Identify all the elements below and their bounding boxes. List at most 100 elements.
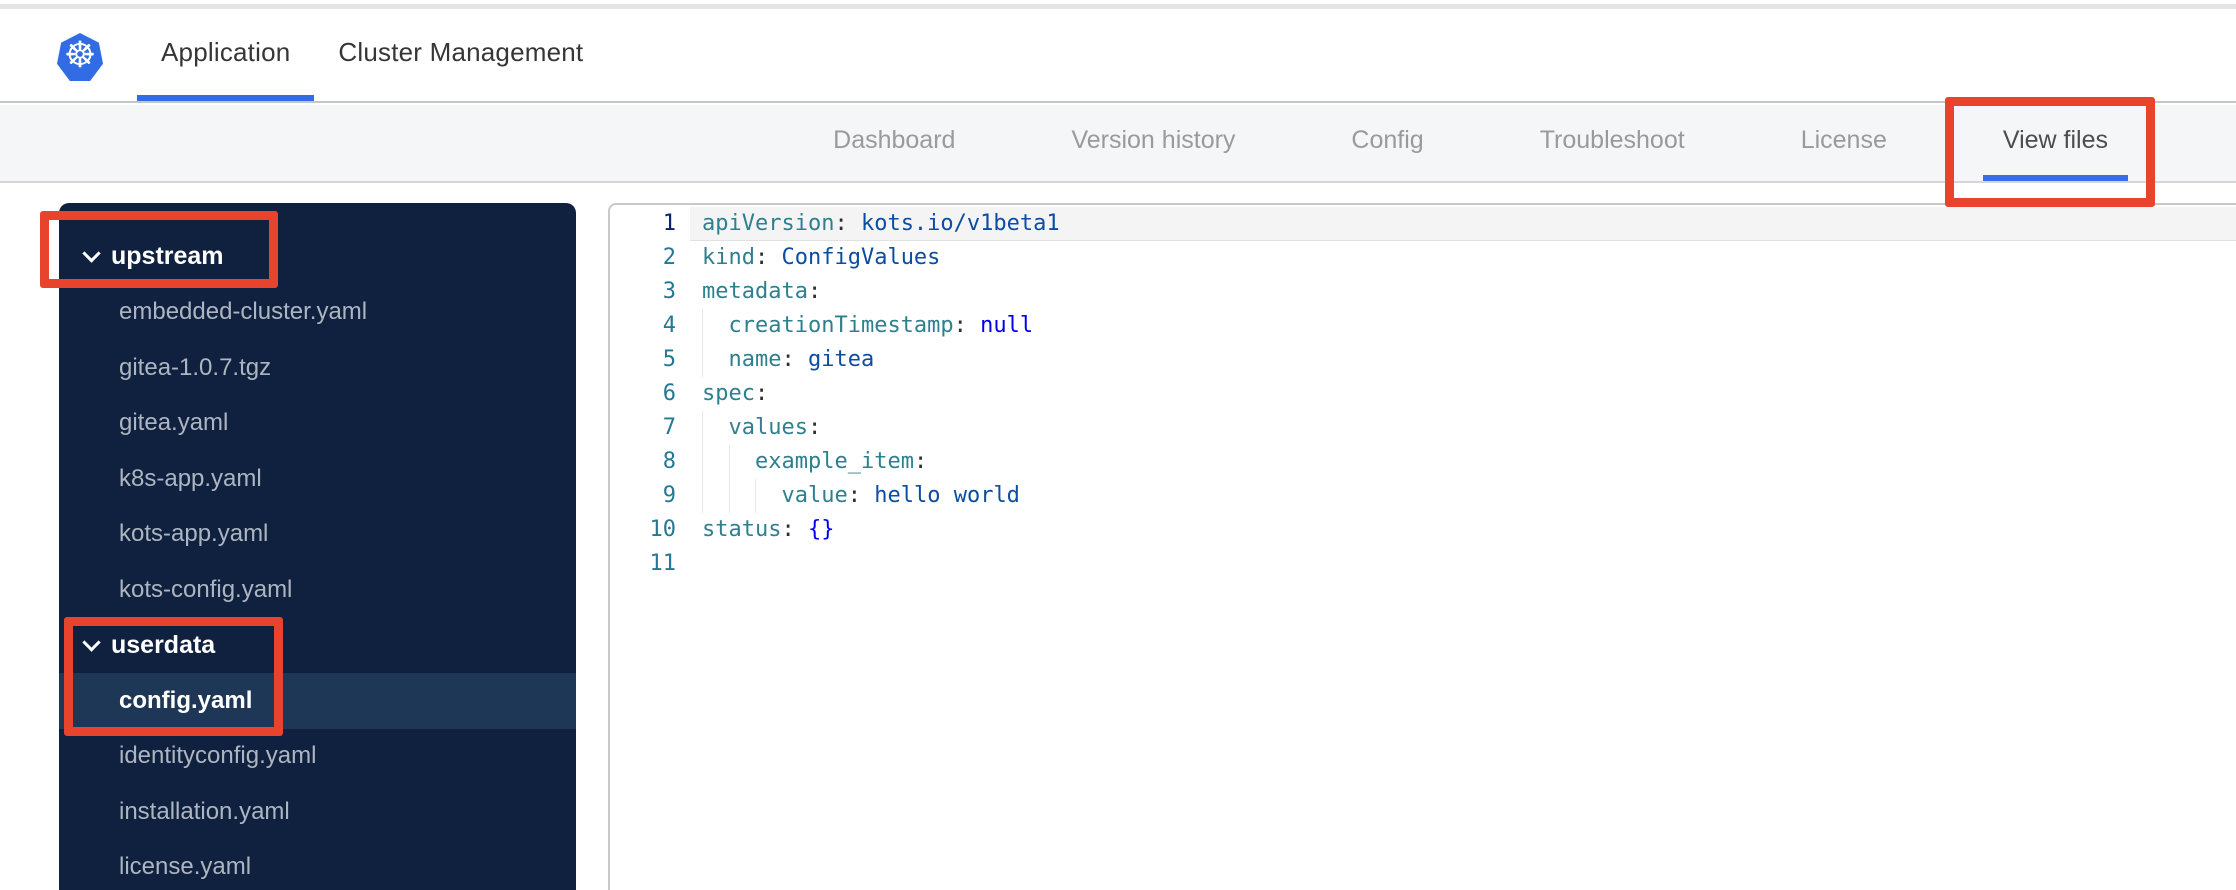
line-content [690,547,2236,581]
code-token: spec [702,381,755,406]
code-token: {} [807,517,835,542]
line-number: 4 [662,313,676,338]
line-number: 8 [662,449,676,474]
code-line-7[interactable]: 7 values: [610,411,2236,445]
line-content: name: gitea [690,343,2236,377]
line-number: 11 [649,551,677,576]
line-content: creationTimestamp: null [690,309,2236,343]
tree-item-label: license.yaml [119,853,252,881]
code-token: : [807,415,822,440]
tree-file-gitea-1.0.7.tgz[interactable]: gitea-1.0.7.tgz [59,340,576,396]
helm-wheel-icon: ☸ [63,35,97,76]
tree-file-installation.yaml[interactable]: installation.yaml [59,784,576,840]
tab-dashboard[interactable]: Dashboard [813,105,975,181]
code-token: example_item [755,449,914,474]
code-token: null [980,313,1034,338]
tree-item-label: embedded-cluster.yaml [119,298,368,326]
tree-item-label: installation.yaml [119,797,290,825]
line-number: 1 [662,211,676,236]
tree-item-label: gitea.yaml [119,409,229,437]
code-token: : [807,279,822,304]
tree-file-embedded-cluster.yaml[interactable]: embedded-cluster.yaml [59,285,576,341]
kots-admin-console: ☸ Application Cluster Management Dashboar… [0,0,2236,890]
line-content: status: {} [690,513,2236,547]
line-content: kind: ConfigValues [690,241,2236,275]
indent-guide [755,479,782,513]
code-token: : [781,347,808,372]
code-token: metadata [702,279,808,304]
line-number: 6 [662,381,676,406]
tab-troubleshoot[interactable]: Troubleshoot [1520,105,1705,181]
tree-item-label: k8s-app.yaml [119,464,262,492]
app-header: ☸ Application Cluster Management [0,9,2236,103]
code-token: kots.io/v1beta1 [860,211,1060,236]
tree-file-config.yaml[interactable]: config.yaml [59,673,576,729]
tree-file-gitea.yaml[interactable]: gitea.yaml [59,396,576,452]
code-token: : [953,313,981,338]
code-line-9[interactable]: 9 value: hello world [610,479,2236,513]
tree-item-label: identityconfig.yaml [119,742,317,770]
tree-item-label: config.yaml [119,686,253,714]
code-token: ConfigValues [781,245,941,270]
code-token: : [847,483,875,508]
code-lines: 1 apiVersion: kots.io/v1beta1 2 kind: Confi… [610,205,2236,581]
chevron-down-icon [82,633,101,652]
tab-config[interactable]: Config [1331,105,1443,181]
code-token: kind [702,245,755,270]
code-line-4[interactable]: 4 creationTimestamp: null [610,309,2236,343]
tab-version-history[interactable]: Version history [1051,105,1255,181]
indent-guide [702,343,729,377]
code-token: hello world [874,483,1020,508]
code-line-1[interactable]: 1 apiVersion: kots.io/v1beta1 [610,207,2236,241]
code-line-3[interactable]: 3 metadata: [610,275,2236,309]
indent-guide [728,445,756,479]
indent-guide [728,479,756,513]
code-line-5[interactable]: 5 name: gitea [610,343,2236,377]
code-token: status [702,517,782,542]
file-tree-sidebar: upstream embedded-cluster.yaml gitea-1.0.7… [59,203,576,890]
tree-file-license.yaml[interactable]: license.yaml [59,840,576,890]
line-number: 3 [662,279,676,304]
code-line-10[interactable]: 10 status: {} [610,513,2236,547]
kubernetes-logo: ☸ [57,33,103,81]
tree-file-kots-config.yaml[interactable]: kots-config.yaml [59,562,576,618]
tree-folder-upstream[interactable]: upstream [59,229,576,285]
line-number: 9 [662,483,676,508]
line-number: 10 [649,517,677,542]
line-number: 2 [662,245,676,270]
tree-file-k8s-app.yaml[interactable]: k8s-app.yaml [59,451,576,507]
line-content: values: [690,411,2236,445]
tree-item-label: userdata [111,630,216,659]
tab-view-files[interactable]: View files [1982,105,2128,181]
line-content: metadata: [690,275,2236,309]
code-token: : [754,381,769,406]
code-token: value [781,483,848,508]
code-editor[interactable]: 1 apiVersion: kots.io/v1beta1 2 kind: Confi… [608,203,2236,890]
code-token: : [913,449,928,474]
app-subnav: Dashboard Version history Config Troublesho… [0,105,2236,183]
tree-file-kots-app.yaml[interactable]: kots-app.yaml [59,507,576,563]
code-line-11[interactable]: 11 [610,547,2236,581]
tree-item-label: upstream [111,242,224,271]
line-number: 5 [662,347,676,372]
line-content: value: hello world [690,479,2236,513]
code-token: : [781,517,808,542]
indent-guide [702,445,729,479]
line-content: spec: [690,377,2236,411]
code-line-8[interactable]: 8 example_item: [610,445,2236,479]
tree-file-identityconfig.yaml[interactable]: identityconfig.yaml [59,729,576,785]
indent-guide [702,411,729,445]
code-token: gitea [807,347,875,372]
code-token: creationTimestamp [728,313,954,338]
indent-guide [702,309,729,343]
tree-folder-userdata[interactable]: userdata [59,618,576,674]
tab-license[interactable]: License [1781,105,1907,181]
header-tab-cluster-management[interactable]: Cluster Management [314,9,607,101]
kubernetes-heptagon: ☸ [57,33,103,81]
line-content: apiVersion: kots.io/v1beta1 [690,207,2236,241]
code-token: values [728,415,808,440]
header-tab-application[interactable]: Application [137,9,315,101]
code-line-6[interactable]: 6 spec: [610,377,2236,411]
line-number: 7 [662,415,676,440]
code-line-2[interactable]: 2 kind: ConfigValues [610,241,2236,275]
